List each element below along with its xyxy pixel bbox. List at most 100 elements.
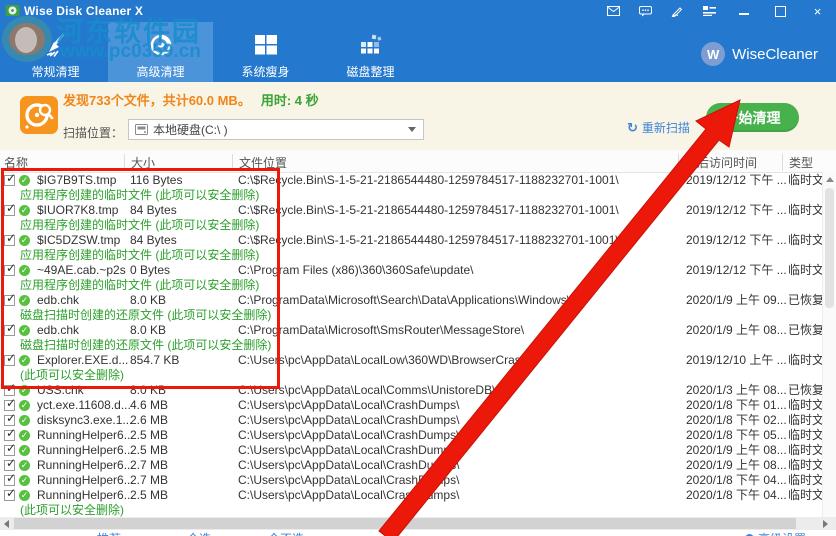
window-title: Wise Disk Cleaner X [24,4,144,18]
start-clean-button[interactable]: 开始清理 [706,103,799,132]
row-checkbox[interactable]: ✓ [4,426,16,441]
disk-search-icon [20,96,58,134]
table-row[interactable]: ✓ ✓ RunningHelper6... 2.5 MB C:\Users\pc\App… [0,426,836,443]
scan-summary-panel: 发现733个文件，共计60.0 MB。 用时: 4 秒 扫描位置： 本地硬盘(C:… [0,82,836,150]
wisecleaner-logo[interactable]: W WiseCleaner [701,42,818,66]
row-checkbox[interactable]: ✓ [4,291,16,306]
table-row[interactable]: ✓ ✓ edb.chk 8.0 KB C:\ProgramData\Microsoft\… [0,291,836,323]
chat-icon[interactable] [629,0,661,22]
row-checkbox[interactable]: ✓ [4,486,16,501]
table-row-main[interactable]: ✓ ✓ edb.chk 8.0 KB C:\ProgramData\Microsoft\… [0,321,836,338]
advanced-settings-link[interactable]: 高级设置 [745,530,806,536]
vertical-scrollbar[interactable] [822,172,836,518]
table-row-main[interactable]: ✓ ✓ yct.exe.11608.d... 4.6 MB C:\Users\pc\Ap… [0,396,836,413]
table-row-main[interactable]: ✓ ✓ $IG7B9TS.tmp 116 Bytes C:\$Recycle.Bin\S… [0,171,836,188]
select-all-link[interactable]: 全选 [187,530,211,536]
horizontal-scrollbar[interactable] [0,517,836,530]
row-checkbox[interactable]: ✓ [4,201,16,216]
table-row-main[interactable]: ✓ ✓ Explorer.EXE.d... 854.7 KB C:\Users\pc\A… [0,351,836,368]
horizontal-scroll-thumb[interactable] [14,518,796,529]
scroll-up-icon[interactable] [826,177,834,182]
table-row-main[interactable]: ✓ ✓ RunningHelper6... 2.7 MB C:\Users\pc\App… [0,456,836,473]
table-row[interactable]: ✓ ✓ RunningHelper6... 2.5 MB C:\Users\pc\App… [0,486,836,518]
table-row-main[interactable]: ✓ ✓ $IC5DZSW.tmp 84 Bytes C:\$Recycle.Bin\S-… [0,231,836,248]
scan-result-line: 发现733个文件，共计60.0 MB。 用时: 4 秒 [63,90,319,109]
status-ok-icon: ✓ [19,490,30,501]
table-row[interactable]: ✓ ✓ USS.chk 8.0 KB C:\Users\pc\AppData\Local… [0,381,836,398]
minimize-button[interactable] [725,0,762,22]
table-row-main[interactable]: ✓ ✓ RunningHelper6... 2.5 MB C:\Users\pc\App… [0,441,836,458]
row-checkbox[interactable]: ✓ [4,441,16,456]
file-path: C:\Users\pc\AppData\Local\CrashDumps\ [238,398,460,412]
close-button[interactable]: × [799,0,836,22]
row-checkbox[interactable]: ✓ [4,261,16,276]
row-checkbox[interactable]: ✓ [4,471,16,486]
row-checkbox[interactable]: ✓ [4,456,16,471]
row-checkbox[interactable]: ✓ [4,411,16,426]
column-header-type[interactable]: 类型 [782,154,813,171]
row-checkbox[interactable]: ✓ [4,396,16,411]
table-row[interactable]: ✓ ✓ edb.chk 8.0 KB C:\ProgramData\Microsoft\… [0,321,836,353]
row-checkbox[interactable]: ✓ [4,381,16,396]
table-row[interactable]: ✓ ✓ yct.exe.11608.d... 4.6 MB C:\Users\pc\Ap… [0,396,836,413]
table-row[interactable]: ✓ ✓ $IC5DZSW.tmp 84 Bytes C:\$Recycle.Bin\S-… [0,231,836,263]
file-description: 应用程序创建的临时文件 (此项可以安全删除) [20,278,260,292]
check-icon: ✓ [6,396,17,410]
table-row[interactable]: ✓ ✓ Explorer.EXE.d... 854.7 KB C:\Users\pc\A… [0,351,836,383]
row-checkbox[interactable]: ✓ [4,171,16,186]
tab-advanced-clean[interactable]: 高级清理 [108,22,213,82]
tab-disk-defrag[interactable]: 磁盘整理 [318,22,423,82]
scroll-right-icon[interactable] [823,520,828,528]
menu-list-icon[interactable] [693,0,725,22]
row-checkbox[interactable]: ✓ [4,231,16,246]
recommend-link[interactable]: 推荐 [97,530,121,536]
scroll-left-icon[interactable] [4,520,9,528]
column-header-name[interactable]: 名称 [4,154,28,171]
refresh-icon: ↻ [627,119,638,135]
file-path: C:\Users\pc\AppData\Local\CrashDumps\ [238,458,460,472]
table-row-main[interactable]: ✓ ✓ edb.chk 8.0 KB C:\ProgramData\Microsoft\… [0,291,836,308]
maximize-button[interactable] [762,0,799,22]
column-header-time[interactable]: 最后访问时间 [678,154,757,171]
feedback-pen-icon[interactable] [661,0,693,22]
table-row[interactable]: ✓ ✓ RunningHelper6... 2.7 MB C:\Users\pc\App… [0,456,836,473]
table-row-main[interactable]: ✓ ✓ $IUOR7K8.tmp 84 Bytes C:\$Recycle.Bin\S-… [0,201,836,218]
column-header-path[interactable]: 文件位置 [232,154,287,171]
row-checkbox[interactable]: ✓ [4,351,16,366]
wise-disk-cleaner-window: Wise Disk Cleaner X × 常规清理 高级清理 系统瘦身 磁盘整… [0,0,836,536]
select-none-link[interactable]: 全不选 [268,530,304,536]
file-size: 8.0 KB [130,323,167,337]
vertical-scroll-thumb[interactable] [825,188,834,308]
row-checkbox[interactable]: ✓ [4,321,16,336]
table-row[interactable]: ✓ ✓ RunningHelper6... 2.7 MB C:\Users\pc\App… [0,471,836,488]
table-row[interactable]: ✓ ✓ RunningHelper6... 2.5 MB C:\Users\pc\App… [0,441,836,458]
table-row-main[interactable]: ✓ ✓ disksync3.exe.1... 2.6 MB C:\Users\pc\Ap… [0,411,836,428]
mail-icon[interactable] [597,0,629,22]
table-row[interactable]: ✓ ✓ ~49AE.cab.~p2s 0 Bytes C:\Program Files … [0,261,836,293]
file-description: (此项可以安全删除) [20,503,124,517]
status-ok-icon: ✓ [19,175,30,186]
table-row[interactable]: ✓ ✓ $IG7B9TS.tmp 116 Bytes C:\$Recycle.Bin\S… [0,171,836,203]
column-header-size[interactable]: 大小 [124,154,155,171]
table-row[interactable]: ✓ ✓ $IUOR7K8.tmp 84 Bytes C:\$Recycle.Bin\S-… [0,201,836,233]
file-description: 磁盘扫描时创建的还原文件 (此项可以安全删除) [20,338,272,352]
table-row-main[interactable]: ✓ ✓ RunningHelper6... 2.5 MB C:\Users\pc\App… [0,426,836,443]
tab-system-slim[interactable]: 系统瘦身 [213,22,318,82]
table-row[interactable]: ✓ ✓ disksync3.exe.1... 2.6 MB C:\Users\pc\Ap… [0,411,836,428]
top-bar: Wise Disk Cleaner X × 常规清理 高级清理 系统瘦身 磁盘整… [0,0,836,82]
file-table-header: 名称 大小 文件位置 最后访问时间 类型 [0,150,836,173]
rescan-button[interactable]: ↻ 重新扫描 [627,119,690,136]
file-last-access-time: 2019/12/12 下午 ... [686,203,787,217]
file-table-rows: ✓ ✓ $IG7B9TS.tmp 116 Bytes C:\$Recycle.Bin\S… [0,171,836,518]
table-row-main[interactable]: ✓ ✓ ~49AE.cab.~p2s 0 Bytes C:\Program Files … [0,261,836,278]
scan-location-select[interactable]: 本地硬盘(C:\ ) [128,119,424,140]
scan-time-text: 用时: 4 秒 [260,93,319,108]
table-row-main[interactable]: ✓ ✓ USS.chk 8.0 KB C:\Users\pc\AppData\Local… [0,381,836,398]
file-description: 应用程序创建的临时文件 (此项可以安全删除) [20,248,260,262]
table-row-main[interactable]: ✓ ✓ RunningHelper6... 2.7 MB C:\Users\pc\App… [0,471,836,488]
tab-normal-clean[interactable]: 常规清理 [3,22,108,82]
file-name: USS.chk [37,383,84,397]
table-row-main[interactable]: ✓ ✓ RunningHelper6... 2.5 MB C:\Users\pc\App… [0,486,836,503]
file-last-access-time: 2020/1/9 上午 08... [686,443,787,457]
file-name: RunningHelper6... [37,443,134,457]
